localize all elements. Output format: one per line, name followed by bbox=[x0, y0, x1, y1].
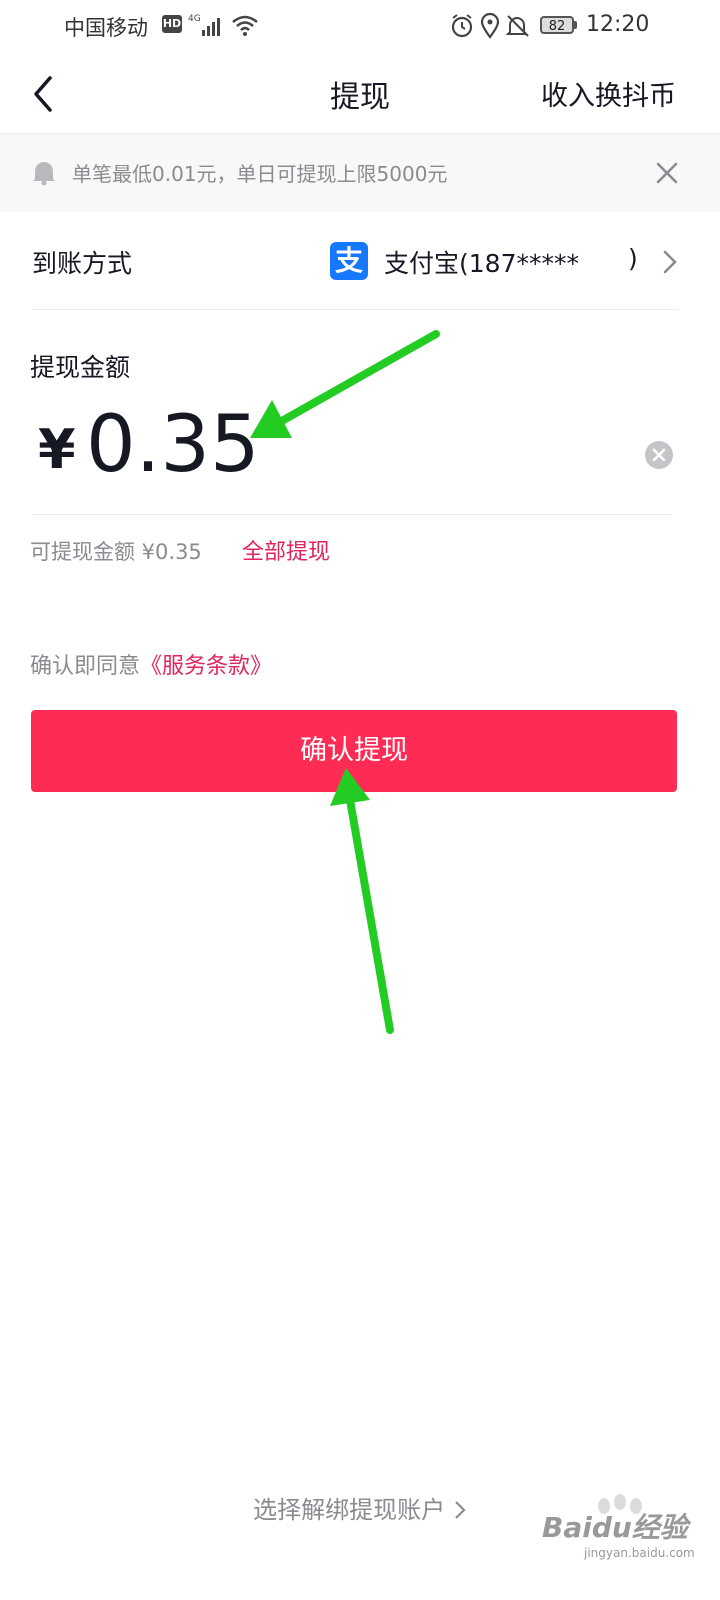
watermark-text: Baidu经验 bbox=[542, 1511, 688, 1544]
status-bar: 中国移动 HD 4G 82 12:20 bbox=[0, 0, 720, 54]
terms-link[interactable]: 《服务条款》 bbox=[140, 654, 272, 679]
currency-symbol: ¥ bbox=[38, 418, 76, 481]
unbind-account-label: 选择解绑提现账户 bbox=[253, 1496, 446, 1524]
agreement-prefix: 确认即同意 bbox=[30, 654, 141, 679]
payment-method-label: 到账方式 bbox=[32, 249, 133, 278]
divider bbox=[32, 309, 678, 310]
annotation-arrows bbox=[250, 330, 440, 1034]
network-type: 4G bbox=[188, 14, 201, 24]
mute-bell-icon bbox=[505, 15, 529, 37]
arrow-to-button bbox=[330, 768, 394, 1034]
amount-input[interactable] bbox=[86, 400, 606, 490]
chevron-right-icon bbox=[455, 1501, 466, 1519]
alipay-icon[interactable]: 支 bbox=[330, 242, 368, 280]
confirm-withdraw-button[interactable]: 确认提现 bbox=[31, 710, 677, 792]
clear-input-icon[interactable] bbox=[644, 440, 674, 470]
hd-badge: HD bbox=[162, 15, 182, 33]
status-icons bbox=[451, 12, 529, 39]
location-icon bbox=[480, 12, 500, 39]
close-icon[interactable] bbox=[652, 158, 682, 188]
chevron-right-icon[interactable] bbox=[660, 248, 680, 276]
available-amount: 可提现金额 ¥0.35 bbox=[30, 540, 202, 564]
signal-icon: 4G bbox=[188, 14, 220, 36]
watermark-url: jingyan.baidu.com bbox=[584, 1546, 695, 1560]
clock: 12:20 bbox=[586, 12, 650, 37]
alarm-icon bbox=[451, 14, 473, 38]
bell-icon bbox=[33, 162, 55, 186]
wifi-icon bbox=[232, 15, 258, 36]
agreement-text: 确认即同意《服务条款》 bbox=[30, 648, 272, 680]
notice-text: 单笔最低0.01元，单日可提现上限5000元 bbox=[72, 162, 448, 186]
withdraw-all-link[interactable]: 全部提现 bbox=[242, 534, 330, 566]
exchange-coins-link[interactable]: 收入换抖币 bbox=[541, 74, 676, 113]
battery-cap bbox=[574, 21, 577, 29]
payment-account[interactable]: 支付宝(187***** bbox=[384, 244, 579, 280]
divider bbox=[32, 514, 672, 515]
amount-label: 提现金额 bbox=[30, 353, 131, 382]
payment-account-suffix: ) bbox=[628, 244, 638, 273]
battery-indicator: 82 bbox=[540, 16, 574, 34]
carrier-name: 中国移动 bbox=[64, 16, 148, 40]
